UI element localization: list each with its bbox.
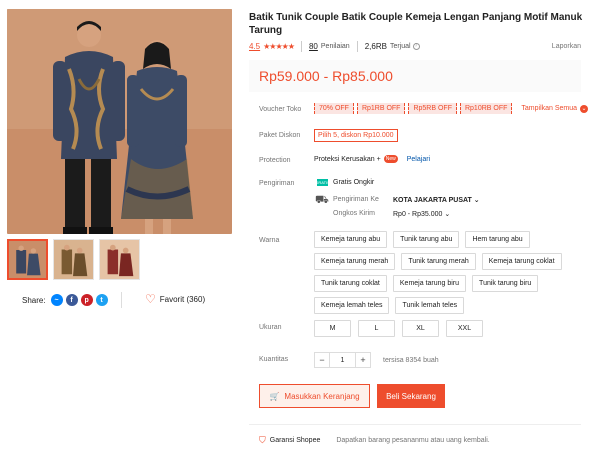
color-option[interactable]: Kemeja lemah teles <box>314 297 390 314</box>
color-option[interactable]: Kemeja tarung merah <box>314 253 396 270</box>
product-stats: 4.5 ★★★★★ 80 Penilaian 2,6RB Terjual ? L… <box>249 41 581 52</box>
ship-cost-dropdown[interactable]: Rp0 - Rp35.000 ⌄ <box>393 210 450 218</box>
color-option[interactable]: Tunik tarung biru <box>472 275 539 292</box>
voucher-list: 70% OFF Rp1RB OFF Rp5RB OFF Rp10RB OFF T… <box>314 103 589 114</box>
quantity-input[interactable]: 1 <box>330 352 355 368</box>
learn-more-link[interactable]: Pelajari <box>407 156 430 163</box>
ship-cost-value: Rp0 - Rp35.000 <box>393 211 443 218</box>
pinterest-icon[interactable]: p <box>80 294 93 306</box>
protection-label: Protection <box>259 157 291 164</box>
color-option[interactable]: Kemeja tarung biru <box>392 275 467 292</box>
chevron-down-icon: ⌄ <box>444 211 451 218</box>
ship-to-label: Pengiriman Ke <box>333 196 379 203</box>
heart-icon: ♡ <box>145 292 156 306</box>
reviews-label: Penilaian <box>320 43 350 50</box>
shipping-label: Pengiriman <box>259 180 295 187</box>
rating-stars-icon: ★★★★★ <box>263 42 295 51</box>
facebook-icon[interactable]: f <box>65 294 78 306</box>
share-label: Share: <box>22 295 46 305</box>
free-shipping-label: Gratis Ongkir <box>333 179 375 186</box>
quantity-stepper: − 1 + tersisa 8354 buah <box>314 352 439 368</box>
quantity-label: Kuantitas <box>259 356 289 363</box>
add-to-cart-button[interactable]: 🛒 Masukkan Keranjang <box>259 384 370 408</box>
shield-icon: ⛉ <box>259 435 266 445</box>
size-option[interactable]: M <box>314 320 351 337</box>
guarantee-row: ⛉ Garansi Shopee Dapatkan barang pesanan… <box>259 435 490 446</box>
share-row: Share: ~ f p t <box>22 294 108 306</box>
protection-value: Proteksi Kerusakan + <box>314 155 381 163</box>
color-option[interactable]: Kemeja tarung abu <box>314 231 388 248</box>
free-shipping-icon: GRATIS <box>315 179 330 186</box>
divider <box>121 292 122 308</box>
bundle-deal-chip[interactable]: Pilih 5, diskon Rp10.000 <box>314 129 398 142</box>
show-all-label: Tampilkan Semua <box>521 105 578 112</box>
divider <box>300 41 302 52</box>
divider <box>356 41 358 52</box>
size-option[interactable]: L <box>358 320 395 337</box>
twitter-icon[interactable]: t <box>95 294 108 306</box>
show-all-vouchers-button[interactable]: Tampilkan Semua ⌄ <box>521 104 589 113</box>
add-to-cart-label: Masukkan Keranjang <box>284 391 360 401</box>
paket-label: Paket Diskon <box>259 132 301 139</box>
color-option[interactable]: Tunik tarung merah <box>401 253 476 270</box>
favorite-label: Favorit (360) <box>159 294 206 304</box>
size-label: Ukuran <box>259 324 282 331</box>
protection-row: Proteksi Kerusakan + New Pelajari <box>314 155 430 163</box>
new-badge: New <box>383 155 398 163</box>
sold-count: 2,6RB <box>364 42 387 51</box>
free-shipping-row: GRATIS Gratis Ongkir <box>315 179 375 186</box>
buy-now-button[interactable]: Beli Sekarang <box>377 384 445 408</box>
cart-icon: 🛒 <box>269 391 280 401</box>
guarantee-title[interactable]: Garansi Shopee <box>270 437 321 444</box>
color-option[interactable]: Tunik tarung abu <box>393 231 460 248</box>
stock-remaining: tersisa 8354 buah <box>383 356 439 364</box>
divider <box>249 424 581 425</box>
messenger-icon[interactable]: ~ <box>50 294 63 306</box>
truck-icon: ⛟ <box>315 194 329 206</box>
rating-value[interactable]: 4.5 <box>249 42 260 51</box>
guarantee-desc: Dapatkan barang pesananmu atau uang kemb… <box>336 437 490 444</box>
color-option[interactable]: Hem tarung abu <box>465 231 530 248</box>
size-option[interactable]: XXL <box>446 320 483 337</box>
product-title: Batik Tunik Couple Batik Couple Kemeja L… <box>249 12 583 36</box>
thumbnail-strip <box>7 239 140 280</box>
main-product-image[interactable] <box>7 9 232 234</box>
voucher-chip[interactable]: 70% OFF <box>314 103 354 114</box>
voucher-label: Voucher Toko <box>259 106 302 113</box>
color-options: Kemeja tarung abu Tunik tarung abu Hem t… <box>314 231 584 314</box>
sold-label: Terjual <box>389 43 411 50</box>
thumbnail-2[interactable] <box>53 239 94 280</box>
chevron-down-icon: ⌄ <box>473 197 480 204</box>
size-option[interactable]: XL <box>402 320 439 337</box>
ship-cost-label: Ongkos Kirim <box>333 210 376 217</box>
voucher-chip[interactable]: Rp10RB OFF <box>459 103 513 114</box>
color-label: Warna <box>259 237 280 244</box>
help-icon[interactable]: ? <box>412 43 420 50</box>
voucher-chip[interactable]: Rp1RB OFF <box>356 103 406 114</box>
ship-to-value: KOTA JAKARTA PUSAT <box>393 197 472 204</box>
voucher-chip[interactable]: Rp5RB OFF <box>408 103 457 114</box>
report-link[interactable]: Laporkan <box>552 43 581 50</box>
reviews-count[interactable]: 80 <box>309 42 318 51</box>
price-box: Rp59.000 - Rp85.000 <box>249 60 581 92</box>
ship-to-dropdown[interactable]: KOTA JAKARTA PUSAT ⌄ <box>393 196 480 204</box>
color-option[interactable]: Tunik lemah teles <box>395 297 465 314</box>
color-option[interactable]: Kemeja tarung coklat <box>481 253 562 270</box>
color-option[interactable]: Tunik tarung coklat <box>314 275 387 292</box>
favorite-button[interactable]: ♡ Favorit (360) <box>145 292 206 306</box>
increment-button[interactable]: + <box>355 352 371 368</box>
thumbnail-3[interactable] <box>99 239 140 280</box>
price-range: Rp59.000 - Rp85.000 <box>259 68 393 84</box>
size-options: M L XL XXL <box>314 320 483 337</box>
chevron-down-icon: ⌄ <box>580 104 589 113</box>
decrement-button[interactable]: − <box>314 352 330 368</box>
thumbnail-1[interactable] <box>7 239 48 280</box>
